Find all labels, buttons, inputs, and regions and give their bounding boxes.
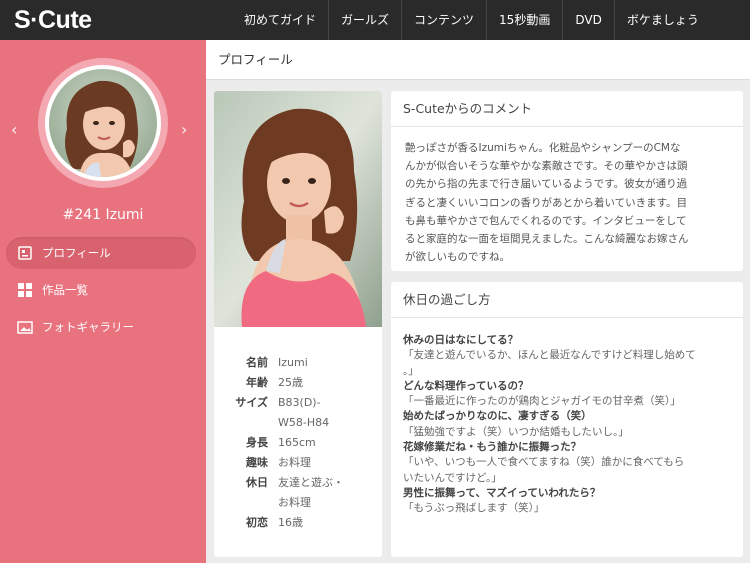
sidebar-item-works[interactable]: 作品一覧 bbox=[6, 274, 196, 306]
nav-15sec-video[interactable]: 15秒動画 bbox=[486, 0, 562, 40]
stat-row: 身長 165cm bbox=[246, 436, 316, 449]
avatar-ring bbox=[38, 58, 168, 188]
nav-girls[interactable]: ガールズ bbox=[328, 0, 401, 40]
sidebar-item-label: 作品一覧 bbox=[42, 283, 88, 297]
page-title: プロフィール bbox=[206, 40, 750, 80]
profile-photo-image bbox=[214, 91, 382, 327]
sidebar-item-photo-gallery[interactable]: フォトギャラリー bbox=[6, 311, 196, 343]
interview-answer: 「もうぶっ飛ばします（笑）」 bbox=[403, 502, 545, 515]
sidebar-item-label: フォトギャラリー bbox=[42, 320, 134, 334]
interview-question: 花嫁修業だね・もう誰かに振舞った？ bbox=[403, 441, 582, 454]
profile-card: 名前 Izumi 年齢 25歳 サイズ B83(D)- W58-H84 身長 165cm… bbox=[214, 91, 382, 557]
holiday-interview: 休みの日はなにしてる？ 「友達と遊んでいるか、ほんと最近なんですけど料理し始めて… bbox=[391, 318, 743, 517]
stat-row: 趣味 お料理 bbox=[246, 456, 311, 469]
stat-row: サイズ B83(D)- bbox=[235, 396, 321, 409]
nav-contents[interactable]: コンテンツ bbox=[401, 0, 486, 40]
nav-dvd[interactable]: DVD bbox=[562, 0, 613, 40]
interview-question: 休みの日はなにしてる？ bbox=[403, 334, 519, 346]
next-girl-arrow-icon[interactable]: › bbox=[181, 120, 187, 139]
stat-row: 年齢 25歳 bbox=[246, 376, 303, 389]
comment-card-title: S-Cuteからのコメント bbox=[391, 91, 743, 127]
interview-answer: いたいんですけど。」 bbox=[403, 471, 502, 484]
profile-name: #241 Izumi bbox=[62, 207, 144, 223]
interview-answer: 「猛勉強ですよ（笑）いつか結婚もしたいし。」 bbox=[403, 425, 629, 438]
profile-photo[interactable] bbox=[214, 91, 382, 327]
comment-card: S-Cuteからのコメント 艶っぽさが香るIzumiちゃん。化粧品やシャンプーの… bbox=[391, 91, 743, 271]
sidebar-menu: プロフィール 作品一覧 フォトギャラリー bbox=[6, 237, 196, 348]
profile-icon bbox=[17, 246, 33, 260]
interview-question: どんな料理作っているの？ bbox=[403, 379, 529, 392]
prev-girl-arrow-icon[interactable]: ‹ bbox=[11, 120, 17, 139]
stat-row: 休日 友達と遊ぶ・ bbox=[246, 476, 344, 489]
comment-text: 艶っぽさが香るIzumiちゃん。化粧品やシャンプーのCMな んかが似合いそうな華… bbox=[405, 142, 689, 264]
holiday-card-title: 休日の過ごし方 bbox=[391, 282, 743, 318]
nav-boke[interactable]: ボケましょう bbox=[613, 0, 711, 40]
gallery-icon bbox=[17, 320, 33, 334]
profile-stats: 名前 Izumi 年齢 25歳 サイズ B83(D)- W58-H84 身長 165cm… bbox=[214, 353, 382, 533]
stat-row: W58-H84 bbox=[278, 416, 330, 429]
interview-question: 始めたばっかりなのに、凄すぎる（笑） bbox=[403, 410, 592, 423]
stat-row: お料理 bbox=[278, 496, 311, 509]
main-content: プロフィール 名前 Izumi 年齢 25歳 サイズ B83(D)- W58-H… bbox=[206, 40, 750, 563]
interview-answer: 「一番最近に作ったのが鶏肉とジャガイモの甘辛煮（笑）」 bbox=[403, 395, 681, 408]
holiday-card: 休日の過ごし方 休みの日はなにしてる？ 「友達と遊んでいるか、ほんと最近なんです… bbox=[391, 282, 743, 557]
grid-icon bbox=[17, 283, 33, 297]
stat-row: 名前 Izumi bbox=[246, 356, 308, 369]
avatar-photo bbox=[49, 69, 157, 177]
interview-answer: 。」 bbox=[403, 364, 419, 377]
stat-row: 初恋 16歳 bbox=[246, 516, 303, 529]
top-navigation-bar: S·Cute 初めてガイド ガールズ コンテンツ 15秒動画 DVD ボケましょ… bbox=[0, 0, 750, 40]
sidebar-item-profile[interactable]: プロフィール bbox=[6, 237, 196, 269]
main-nav: 初めてガイド ガールズ コンテンツ 15秒動画 DVD ボケましょう bbox=[232, 0, 711, 40]
nav-guide[interactable]: 初めてガイド bbox=[232, 0, 328, 40]
interview-answer: 「友達と遊んでいるか、ほんと最近なんですけど料理し始めて bbox=[403, 349, 696, 362]
sidebar: ‹ › #241 Izumi プロフィール 作品一覧 フォトギャラリー bbox=[0, 40, 206, 563]
interview-question: 男性に振舞って、マズイっていわれたら？ bbox=[403, 486, 601, 499]
sidebar-item-label: プロフィール bbox=[42, 246, 111, 260]
interview-answer: 「いや、いつも一人で食べてますね（笑）誰かに食べてもら bbox=[403, 456, 685, 469]
avatar[interactable] bbox=[49, 69, 157, 177]
site-logo[interactable]: S·Cute bbox=[0, 6, 232, 35]
